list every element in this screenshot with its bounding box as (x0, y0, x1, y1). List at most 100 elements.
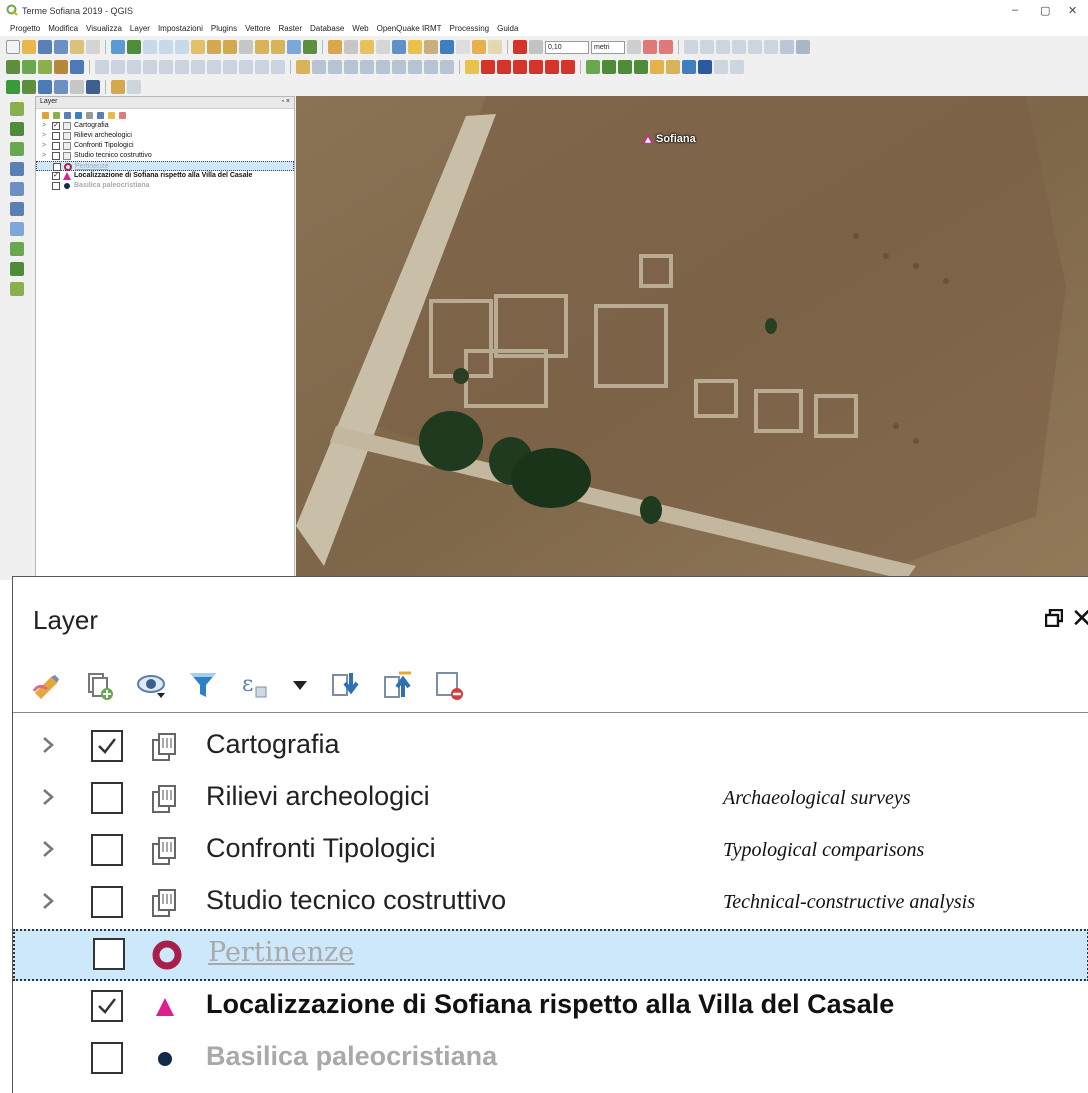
label-tool-icon[interactable] (684, 40, 698, 54)
new-project-icon[interactable] (6, 40, 20, 54)
layer-row-localizzazione[interactable]: Localizzazione di Sofiana rispetto alla … (13, 981, 1088, 1033)
zoom-next-icon[interactable] (271, 40, 285, 54)
model-builder-icon[interactable] (54, 80, 68, 94)
capture-line-icon[interactable] (513, 60, 527, 74)
layer-row-basilica[interactable]: Basilica paleocristiana (13, 1033, 1088, 1085)
new-shapefile-icon[interactable] (10, 282, 24, 296)
action-icon[interactable] (344, 40, 358, 54)
split-features-icon[interactable] (424, 60, 438, 74)
grid-icon[interactable] (796, 40, 810, 54)
menu-layer[interactable]: Layer (130, 22, 150, 36)
open-style-panel-icon[interactable] (31, 669, 63, 701)
delete-selected-icon[interactable] (175, 60, 189, 74)
expand-icon[interactable]: > (42, 131, 46, 141)
layer-checkbox[interactable] (91, 834, 123, 866)
menu-database[interactable]: Database (310, 22, 344, 36)
style-icon[interactable] (42, 111, 49, 119)
capture-point-icon[interactable] (497, 60, 511, 74)
georef-icon[interactable] (465, 60, 479, 74)
small-layer-row[interactable]: ✓ Localizzazione di Sofiana rispetto all… (36, 171, 294, 181)
menu-guida[interactable]: Guida (497, 22, 518, 36)
close-panel-icon[interactable]: ✕ (1071, 605, 1088, 631)
tracing-icon[interactable] (529, 40, 543, 54)
add-wcs-icon[interactable] (10, 242, 24, 256)
shape-tool-icon[interactable] (545, 60, 559, 74)
menu-modifica[interactable]: Modifica (48, 22, 78, 36)
fill-ring-icon[interactable] (344, 60, 358, 74)
layer-checkbox[interactable]: ✓ (52, 172, 60, 180)
remove-layer-icon[interactable] (119, 111, 126, 119)
zoom-layer-icon[interactable] (223, 40, 237, 54)
deselect-icon[interactable] (392, 40, 406, 54)
vertex-tool-icon[interactable] (627, 40, 641, 54)
expand-chevron-icon[interactable] (37, 837, 59, 861)
rotate-label-icon[interactable] (748, 40, 762, 54)
attribute-table-icon[interactable] (408, 40, 422, 54)
expand-chevron-icon[interactable] (37, 785, 59, 809)
manage-visibility-icon[interactable] (135, 669, 167, 701)
add-vector-icon[interactable] (38, 60, 52, 74)
node-tool-icon[interactable] (159, 60, 173, 74)
print-layout-icon[interactable] (70, 40, 84, 54)
expand-icon[interactable]: > (42, 121, 46, 131)
save-project-icon[interactable] (38, 40, 52, 54)
snapping-icon[interactable] (513, 40, 527, 54)
menu-openquake[interactable]: OpenQuake IRMT (377, 22, 442, 36)
layer-checkbox[interactable] (53, 163, 61, 171)
add-delimited-icon[interactable] (54, 60, 68, 74)
open-project-icon[interactable] (22, 40, 36, 54)
add-oracle-icon[interactable] (10, 202, 24, 216)
small-layer-row[interactable]: > Confronti Tipologici (36, 141, 294, 151)
histogram-icon[interactable] (602, 60, 616, 74)
new-map-view-icon[interactable] (287, 40, 301, 54)
copy-features-icon[interactable] (207, 60, 221, 74)
visibility-icon[interactable] (64, 111, 71, 119)
add-raster-icon[interactable] (22, 60, 36, 74)
layer-checkbox-checked[interactable] (91, 990, 123, 1022)
change-label-icon[interactable] (764, 40, 778, 54)
statistics-icon[interactable] (440, 40, 454, 54)
advanced-digitize-icon[interactable] (271, 60, 285, 74)
gps-icon[interactable] (481, 60, 495, 74)
small-layer-row[interactable]: > Studio tecnico costruttivo (36, 151, 294, 161)
menu-progetto[interactable]: Progetto (10, 22, 40, 36)
scalebar-icon[interactable] (666, 60, 680, 74)
text-annotation-icon[interactable] (488, 40, 502, 54)
layers-panel-controls[interactable]: ▫ × (281, 98, 290, 105)
collapse-all-icon[interactable] (108, 111, 115, 119)
edit-icon[interactable] (111, 60, 125, 74)
identify-icon[interactable] (328, 40, 342, 54)
small-layer-row[interactable]: > ✓ Cartografia (36, 121, 294, 131)
map-canvas[interactable]: Sofiana (296, 96, 1088, 580)
save-as-icon[interactable] (54, 40, 68, 54)
layer-row-confronti[interactable]: Confronti Tipologici Typological compari… (13, 825, 1088, 877)
zoom-rescale-icon[interactable] (175, 40, 189, 54)
expand-all-icon[interactable] (329, 669, 361, 701)
add-part-icon[interactable] (328, 60, 342, 74)
menu-plugins[interactable]: Plugins (211, 22, 237, 36)
menu-impostazioni[interactable]: Impostazioni (158, 22, 203, 36)
redo-icon[interactable] (255, 60, 269, 74)
expand-icon[interactable]: > (42, 141, 46, 151)
remove-vertex-icon[interactable] (643, 40, 657, 54)
add-layer-icon[interactable] (6, 60, 20, 74)
layer-checkbox[interactable] (91, 1042, 123, 1074)
layer-checkbox[interactable] (52, 152, 60, 160)
add-ring-icon[interactable] (312, 60, 326, 74)
close-window-button[interactable]: ✕ (1068, 4, 1077, 17)
menu-vettore[interactable]: Vettore (245, 22, 270, 36)
expand-chevron-icon[interactable] (37, 889, 59, 913)
filter-icon[interactable] (75, 111, 82, 119)
expression-filter-icon[interactable] (86, 111, 93, 119)
copyright-icon[interactable] (698, 60, 712, 74)
stretch-icon[interactable] (618, 60, 632, 74)
diagram-icon[interactable] (780, 40, 794, 54)
select-features-icon[interactable] (360, 40, 374, 54)
layer-row-rilievi[interactable]: Rilievi archeologici Archaeological surv… (13, 773, 1088, 825)
pan-to-selection-icon[interactable] (127, 40, 141, 54)
layer-checkbox[interactable]: ✓ (52, 122, 60, 130)
zoom-selection-icon[interactable] (207, 40, 221, 54)
zoom-out-icon[interactable] (159, 40, 173, 54)
add-vector-layer-icon[interactable] (10, 102, 24, 116)
expand-chevron-icon[interactable] (37, 733, 59, 757)
